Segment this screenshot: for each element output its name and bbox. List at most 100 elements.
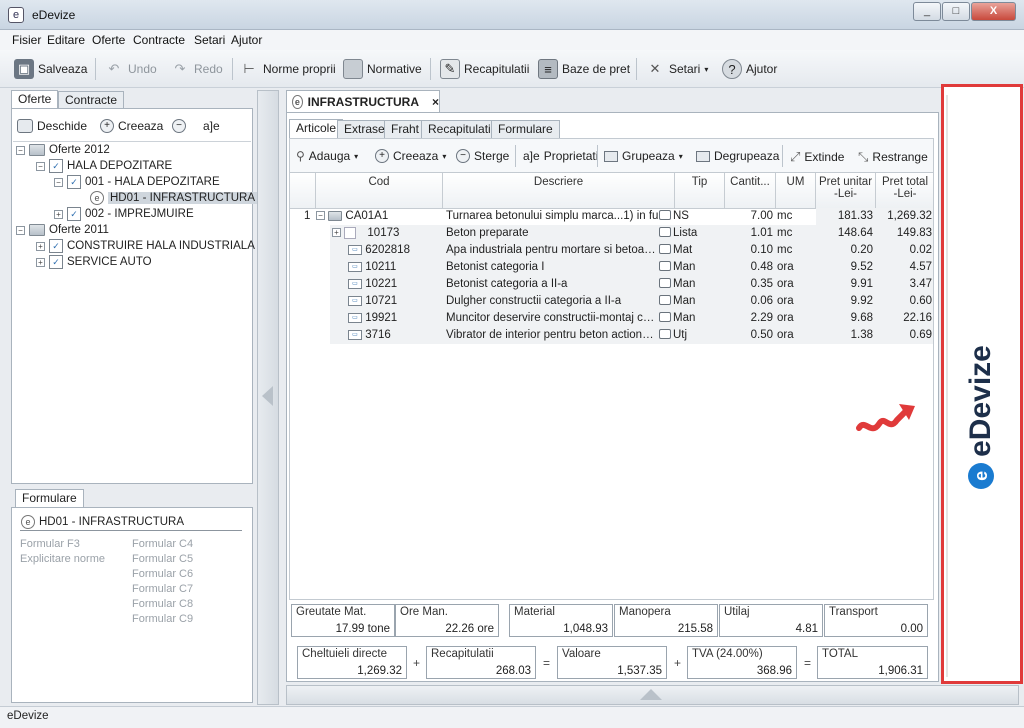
tab-oferte[interactable]: Oferte (11, 90, 59, 109)
collapse-icon[interactable]: − (316, 211, 325, 221)
cell-um: ora (777, 278, 794, 290)
grupeaza-dropdown[interactable]: Grupeaza ▾ (604, 149, 683, 163)
oferte-panel: Deschide + Creeaza − a]e − Oferte 2012 −… (11, 108, 258, 484)
expand-up-icon[interactable] (640, 689, 662, 700)
menu-setari[interactable]: Setari (194, 33, 225, 47)
tree-item-construire-hala[interactable]: + ✓ CONSTRUIRE HALA INDUSTRIALA (36, 238, 255, 254)
table-row[interactable]: ▭ 6202818 Apa industriala pentru mortare… (290, 242, 933, 259)
resource-icon: ▭ (348, 261, 362, 272)
comment-icon[interactable] (659, 329, 671, 339)
cell-um: ora (777, 312, 794, 324)
bottom-splitter[interactable] (286, 685, 1019, 705)
collapse-icon: − (36, 161, 45, 171)
menu-oferte[interactable]: Oferte (92, 33, 125, 47)
normative-button[interactable]: Normative (343, 56, 422, 82)
collapse-left-icon[interactable] (262, 386, 273, 406)
table-row[interactable]: ▭ 10221 Betonist categoria a II-a Man 0.… (290, 276, 933, 293)
expand-icon[interactable]: + (332, 228, 341, 238)
col-pret-unitar[interactable]: Pret unitar -Lei- (816, 173, 876, 209)
tab-articole[interactable]: Articole (289, 119, 344, 138)
table-row[interactable]: + 10173 Beton preparate Lista 1.01 mc 14… (290, 225, 933, 242)
cell-um: ora (777, 261, 794, 273)
save-button[interactable]: ▣ Salveaza (14, 56, 87, 82)
undo-button[interactable]: ↶ Undo (104, 56, 157, 82)
tab-formulare[interactable]: Formulare (15, 489, 84, 508)
col-tip[interactable]: Tip (675, 173, 725, 209)
panel-splitter[interactable] (257, 90, 279, 705)
sterge-button[interactable]: − Sterge (456, 149, 509, 163)
comment-icon[interactable] (659, 278, 671, 288)
formular-c4-link[interactable]: Formular C4 (132, 537, 193, 552)
cell-pret-total: 22.16 (903, 312, 932, 324)
formular-c5-link[interactable]: Formular C5 (132, 552, 193, 567)
menu-editare[interactable]: Editare (47, 33, 85, 47)
baze-de-pret-button[interactable]: ≡ Baze de pret (538, 56, 630, 82)
comment-icon[interactable] (659, 210, 671, 220)
recapitulatii-button[interactable]: ✎ Recapitulatii (440, 56, 529, 82)
tree-item-oferte-2011[interactable]: − Oferte 2011 (16, 222, 109, 238)
formular-c8-link[interactable]: Formular C8 (132, 597, 193, 612)
col-cantitate[interactable]: Cantit... (725, 173, 776, 209)
explicitare-norme-link[interactable]: Explicitare norme (20, 552, 105, 567)
col-cod[interactable]: Cod (316, 173, 443, 209)
restrange-button[interactable]: ⤡ Restrange (858, 149, 928, 165)
tree-item-002-imprejmuire[interactable]: + ✓ 002 - IMPREJMUIRE (54, 206, 194, 222)
tree-item-hd01-infrastructura[interactable]: e HD01 - INFRASTRUCTURA (90, 190, 258, 206)
tab-fraht[interactable]: Fraht (384, 120, 427, 138)
tab-infrastructura[interactable]: e INFRASTRUCTURA × (286, 90, 440, 112)
formular-c7-link[interactable]: Formular C7 (132, 582, 193, 597)
comment-icon[interactable] (659, 295, 671, 305)
comment-icon[interactable] (659, 312, 671, 322)
close-tab-icon[interactable]: × (432, 95, 439, 109)
formular-c9-link[interactable]: Formular C9 (132, 612, 193, 627)
list-icon (344, 226, 357, 239)
table-row[interactable]: ▭ 10211 Betonist categoria I Man 0.48 or… (290, 259, 933, 276)
menu-fisier[interactable]: Fisier (12, 33, 41, 47)
formular-f3-link[interactable]: Formular F3 (20, 537, 105, 552)
formular-c6-link[interactable]: Formular C6 (132, 567, 193, 582)
extinde-label: Extinde (804, 150, 845, 164)
cell-cantitate: 0.48 (750, 261, 773, 273)
cod-value: 10221 (365, 278, 398, 290)
menu-ajutor[interactable]: Ajutor (231, 33, 262, 47)
col-descriere[interactable]: Descriere (443, 173, 675, 209)
rename-button[interactable]: a]e (203, 119, 220, 133)
comment-icon[interactable] (659, 227, 671, 237)
comment-icon[interactable] (659, 261, 671, 271)
maximize-button[interactable]: □ (942, 2, 970, 21)
delete-button[interactable]: − (172, 119, 186, 133)
proprietati-button[interactable]: a]e Proprietati (523, 149, 598, 163)
menu-contracte[interactable]: Contracte (133, 33, 185, 47)
normative-label: Normative (367, 62, 422, 76)
tab-contracte[interactable]: Contracte (58, 91, 125, 109)
deschide-button[interactable]: Deschide (17, 119, 87, 133)
creeaza-button[interactable]: + Creeaza (100, 119, 163, 133)
tab-recapitulatii[interactable]: Recapitulatii (421, 120, 501, 138)
cell-pret-unitar: 0.20 (850, 244, 873, 256)
setari-dropdown-button[interactable]: ✕ Setari ▾ (645, 56, 709, 82)
extinde-button[interactable]: ⤢ Extinde (790, 149, 844, 165)
minimize-button[interactable]: _ (913, 2, 941, 21)
tree-item-001-hala-depozitare[interactable]: − ✓ 001 - HALA DEPOZITARE (54, 174, 220, 190)
col-pret-total[interactable]: Pret total -Lei- (876, 173, 933, 209)
tab-formulare-doc[interactable]: Formulare (491, 120, 560, 138)
tree-item-hala-depozitare[interactable]: − ✓ HALA DEPOZITARE (36, 158, 172, 174)
ajutor-button[interactable]: ? Ajutor (722, 56, 777, 82)
table-row[interactable]: ▭ 10721 Dulgher constructii categoria a … (290, 293, 933, 310)
redo-button[interactable]: ↷ Redo (170, 56, 223, 82)
creeaza-dropdown[interactable]: + Creeaza ▾ (375, 149, 446, 163)
table-row[interactable]: ▭ 3716 Vibrator de interior pentru beton… (290, 327, 933, 344)
table-row[interactable]: ▭ 19921 Muncitor deservire constructii-m… (290, 310, 933, 327)
comment-icon[interactable] (659, 244, 671, 254)
table-row[interactable]: 1 − CA01A1 Turnarea betonului simplu mar… (290, 208, 933, 225)
summary-value: 17.99 tone (335, 623, 390, 635)
tree-item-oferte-2012[interactable]: − Oferte 2012 (16, 142, 110, 158)
tree-item-service-auto[interactable]: + ✓ SERVICE AUTO (36, 254, 152, 270)
col-um[interactable]: UM (776, 173, 816, 209)
norme-proprii-button[interactable]: ⊢ Norme proprii (239, 56, 335, 82)
adauga-dropdown[interactable]: ⚲ Adauga ▾ (296, 149, 358, 163)
degrupeaza-button[interactable]: Degrupeaza (696, 149, 779, 163)
close-button[interactable]: X (971, 2, 1016, 21)
group-icon (604, 150, 618, 162)
cod-value: 10721 (365, 295, 398, 307)
